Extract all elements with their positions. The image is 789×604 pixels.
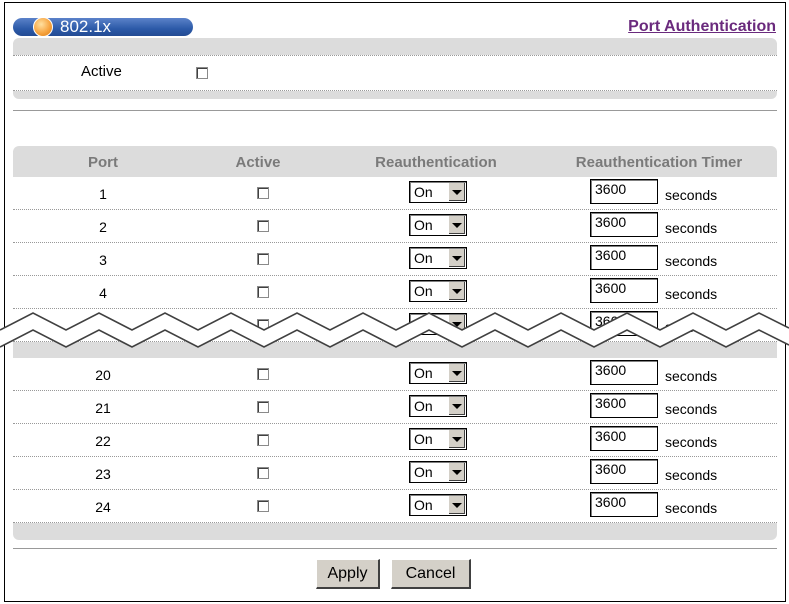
column-header-reauthentication: Reauthentication — [375, 154, 497, 171]
table-row: 2 On 3600 seconds — [13, 210, 777, 243]
reauthentication-timer-input[interactable]: 3600 — [590, 245, 658, 270]
column-header-port: Port — [88, 154, 118, 171]
timer-unit-label: seconds — [665, 368, 718, 384]
reauthentication-select[interactable]: On — [409, 395, 467, 417]
port-number: 22 — [95, 433, 111, 449]
dropdown-arrow-icon[interactable] — [449, 496, 465, 514]
table-row: 23 On 3600 seconds — [13, 457, 777, 490]
section-badge-label: 802.1x — [60, 17, 112, 36]
timer-unit-label: seconds — [665, 220, 718, 236]
table-row: 1 On 3600 seconds — [13, 177, 777, 210]
reauthentication-timer-input[interactable]: 3600 — [590, 179, 658, 204]
reauthentication-timer-input[interactable]: 3600 — [590, 426, 658, 451]
dropdown-arrow-icon[interactable] — [449, 183, 465, 201]
reauthentication-value: On — [414, 217, 433, 233]
reauthentication-value: On — [414, 464, 433, 480]
reauthentication-value: On — [414, 250, 433, 266]
port-authentication-link[interactable]: Port Authentication — [628, 18, 776, 36]
port-active-checkbox[interactable] — [257, 434, 269, 446]
global-active-row: Active — [13, 55, 777, 91]
table-row: 22 On 3600 seconds — [13, 424, 777, 457]
timer-unit-label: seconds — [665, 187, 718, 203]
dropdown-arrow-icon[interactable] — [449, 430, 465, 448]
section-badge: 802.1x — [13, 17, 193, 37]
reauthentication-select[interactable]: On — [409, 247, 467, 269]
port-active-checkbox[interactable] — [257, 253, 269, 265]
timer-unit-label: seconds — [665, 434, 718, 450]
port-active-checkbox[interactable] — [257, 187, 269, 199]
timer-unit-label: seconds — [665, 500, 718, 516]
reauthentication-select[interactable]: On — [409, 428, 467, 450]
reauthentication-timer-input[interactable]: 3600 — [590, 459, 658, 484]
orange-orb-icon — [33, 17, 53, 37]
reauthentication-select[interactable]: On — [409, 181, 467, 203]
apply-button[interactable]: Apply — [316, 559, 380, 589]
timer-unit-label: seconds — [665, 401, 718, 417]
cancel-button[interactable]: Cancel — [391, 559, 471, 589]
port-number: 21 — [95, 400, 111, 416]
reauthentication-select[interactable]: On — [409, 494, 467, 516]
dropdown-arrow-icon[interactable] — [449, 397, 465, 415]
port-number: 1 — [99, 186, 107, 202]
timer-unit-label: seconds — [665, 467, 718, 483]
divider — [13, 548, 777, 549]
dropdown-arrow-icon[interactable] — [449, 249, 465, 267]
port-active-checkbox[interactable] — [257, 467, 269, 479]
reauthentication-value: On — [414, 431, 433, 447]
reauthentication-select[interactable]: On — [409, 214, 467, 236]
global-active-checkbox[interactable] — [196, 67, 208, 79]
dropdown-arrow-icon[interactable] — [449, 463, 465, 481]
table-row: 21 On 3600 seconds — [13, 391, 777, 424]
divider — [13, 110, 777, 111]
port-active-checkbox[interactable] — [257, 500, 269, 512]
port-number: 24 — [95, 499, 111, 515]
timer-unit-label: seconds — [665, 253, 718, 269]
global-settings-panel: Active — [13, 38, 777, 99]
port-active-checkbox[interactable] — [257, 220, 269, 232]
port-number: 3 — [99, 252, 107, 268]
reauthentication-value: On — [414, 398, 433, 414]
port-number: 2 — [99, 219, 107, 235]
reauthentication-value: On — [414, 184, 433, 200]
dropdown-arrow-icon[interactable] — [449, 216, 465, 234]
reauthentication-value: On — [414, 497, 433, 513]
reauthentication-timer-input[interactable]: 3600 — [590, 492, 658, 517]
column-header-active: Active — [235, 154, 281, 171]
global-active-label: Active — [81, 63, 122, 80]
column-header-reauthentication-timer: Reauthentication Timer — [575, 154, 743, 171]
port-active-checkbox[interactable] — [257, 401, 269, 413]
reauthentication-timer-input[interactable]: 3600 — [590, 393, 658, 418]
table-row: 3 On 3600 seconds — [13, 243, 777, 276]
reauthentication-select[interactable]: On — [409, 461, 467, 483]
zigzag-break-icon — [0, 312, 789, 348]
port-number: 23 — [95, 466, 111, 482]
table-row: 24 On 3600 seconds — [13, 490, 777, 523]
reauthentication-timer-input[interactable]: 3600 — [590, 212, 658, 237]
